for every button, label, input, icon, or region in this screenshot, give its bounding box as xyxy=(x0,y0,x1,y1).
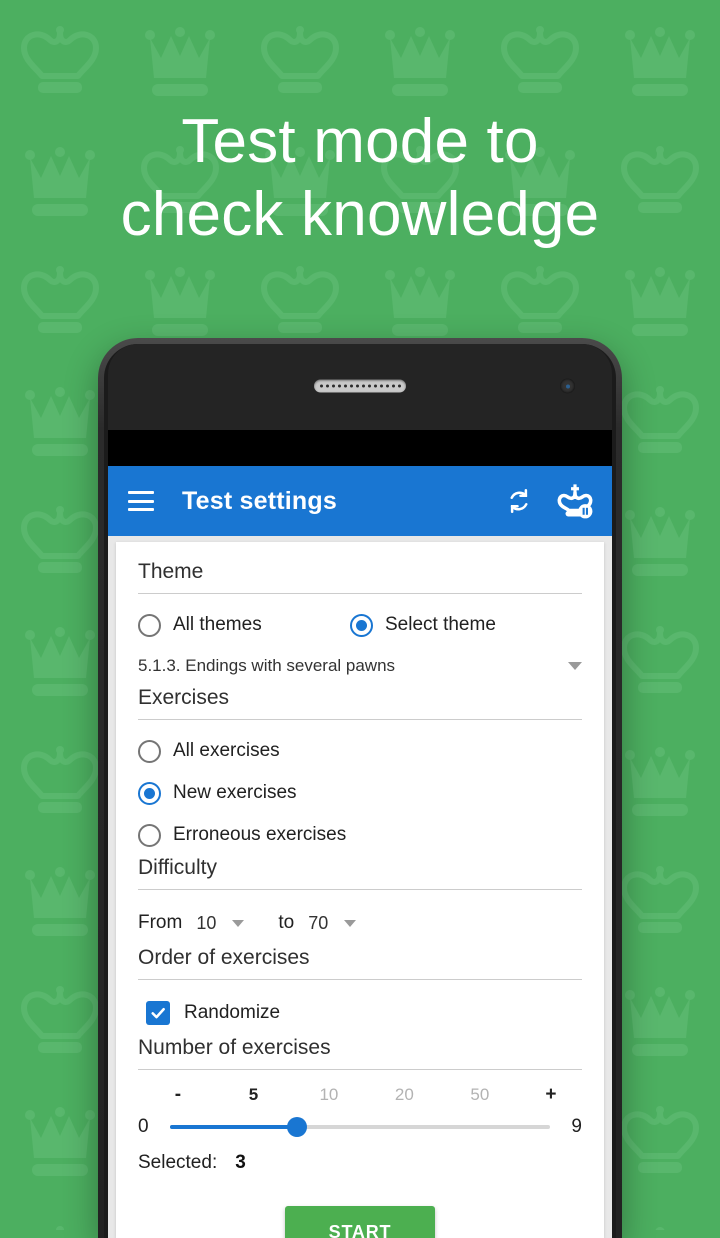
app-bar-actions xyxy=(500,482,594,520)
exercises-radio-group: All exercises New exercises Erroneous ex… xyxy=(138,730,582,856)
radio-all-exercises[interactable]: All exercises xyxy=(138,730,582,772)
phone-body: Test settings Theme All themes Select th… xyxy=(104,344,616,1238)
checkbox-checked-icon xyxy=(146,1001,170,1025)
phone-mockup: Test settings Theme All themes Select th… xyxy=(98,338,622,1238)
divider xyxy=(138,979,582,980)
divider xyxy=(138,593,582,594)
earpiece-speaker-icon xyxy=(314,379,406,393)
divider xyxy=(138,889,582,890)
difficulty-to-label: to xyxy=(278,912,295,933)
radio-new-exercises[interactable]: New exercises xyxy=(138,772,582,814)
page-title: Test settings xyxy=(182,486,337,515)
difficulty-from-value[interactable]: 10 xyxy=(196,913,216,934)
promo-headline: Test mode to check knowledge xyxy=(0,105,720,251)
section-title-theme: Theme xyxy=(138,560,204,583)
decrement-button[interactable]: - xyxy=(175,1084,181,1106)
section-title-order: Order of exercises xyxy=(138,946,310,969)
chevron-down-icon xyxy=(568,662,582,670)
theme-dropdown[interactable]: 5.1.3. Endings with several pawns xyxy=(138,646,582,686)
front-camera-icon xyxy=(560,378,575,394)
slider-track-fill xyxy=(170,1125,297,1129)
slider-tick-row: - 5 10 20 50 + xyxy=(138,1080,582,1110)
radio-label: New exercises xyxy=(173,782,297,803)
chevron-down-icon[interactable] xyxy=(232,919,245,927)
phone-screen: Test settings Theme All themes Select th… xyxy=(108,430,612,1238)
start-button[interactable]: START xyxy=(284,1206,436,1238)
app-bar: Test settings xyxy=(108,466,612,536)
divider xyxy=(138,719,582,720)
phone-top-bezel xyxy=(108,344,612,430)
increment-button[interactable]: + xyxy=(545,1084,556,1106)
hamburger-menu-icon[interactable] xyxy=(128,491,154,511)
headline-line-1: Test mode to xyxy=(181,107,539,176)
settings-page: Theme All themes Select theme 5.1.3. End… xyxy=(108,536,612,1238)
difficulty-to-value[interactable]: 70 xyxy=(308,913,328,934)
radio-label: Erroneous exercises xyxy=(173,824,347,845)
slider-thumb[interactable] xyxy=(286,1117,307,1137)
theme-radio-group: All themes Select theme xyxy=(138,604,582,646)
radio-icon-checked xyxy=(138,781,161,805)
settings-card: Theme All themes Select theme 5.1.3. End… xyxy=(116,542,604,1238)
radio-select-theme[interactable]: Select theme xyxy=(350,604,496,646)
preset-5-button[interactable]: 5 xyxy=(249,1085,258,1105)
refresh-sync-icon[interactable] xyxy=(500,482,538,520)
selected-label: Selected: xyxy=(138,1152,218,1173)
slider-min-label: 0 xyxy=(138,1116,149,1137)
slider-track[interactable] xyxy=(170,1117,550,1137)
radio-label: All exercises xyxy=(173,740,280,761)
chess-king-pause-icon[interactable] xyxy=(556,482,594,520)
preset-50-button[interactable]: 50 xyxy=(470,1085,489,1105)
radio-icon-unchecked xyxy=(138,823,161,847)
checkbox-randomize[interactable]: Randomize xyxy=(138,990,582,1036)
preset-10-button[interactable]: 10 xyxy=(319,1085,338,1105)
selected-count-row: Selected: 3 xyxy=(138,1144,582,1182)
divider xyxy=(138,1069,582,1070)
radio-label: All themes xyxy=(173,614,262,635)
preset-20-button[interactable]: 20 xyxy=(395,1085,414,1105)
radio-all-themes[interactable]: All themes xyxy=(138,604,350,646)
slider-max-label: 9 xyxy=(571,1116,582,1137)
difficulty-range: From 10 to 70 xyxy=(138,900,582,946)
chevron-down-icon[interactable] xyxy=(344,919,357,927)
radio-label: Select theme xyxy=(385,614,496,635)
checkbox-label: Randomize xyxy=(184,1002,281,1023)
start-button-wrap: START xyxy=(138,1206,582,1238)
radio-icon-unchecked xyxy=(138,739,161,763)
radio-erroneous-exercises[interactable]: Erroneous exercises xyxy=(138,814,582,856)
number-slider: 0 9 xyxy=(138,1110,582,1144)
section-title-number: Number of exercises xyxy=(138,1036,331,1059)
theme-dropdown-value: 5.1.3. Endings with several pawns xyxy=(138,656,396,675)
headline-line-2: check knowledge xyxy=(120,180,600,250)
radio-icon-unchecked xyxy=(138,613,161,637)
section-title-difficulty: Difficulty xyxy=(138,856,217,879)
selected-value: 3 xyxy=(235,1152,246,1173)
radio-icon-checked xyxy=(350,613,373,637)
section-title-exercises: Exercises xyxy=(138,686,230,709)
difficulty-from-label: From xyxy=(138,912,183,933)
